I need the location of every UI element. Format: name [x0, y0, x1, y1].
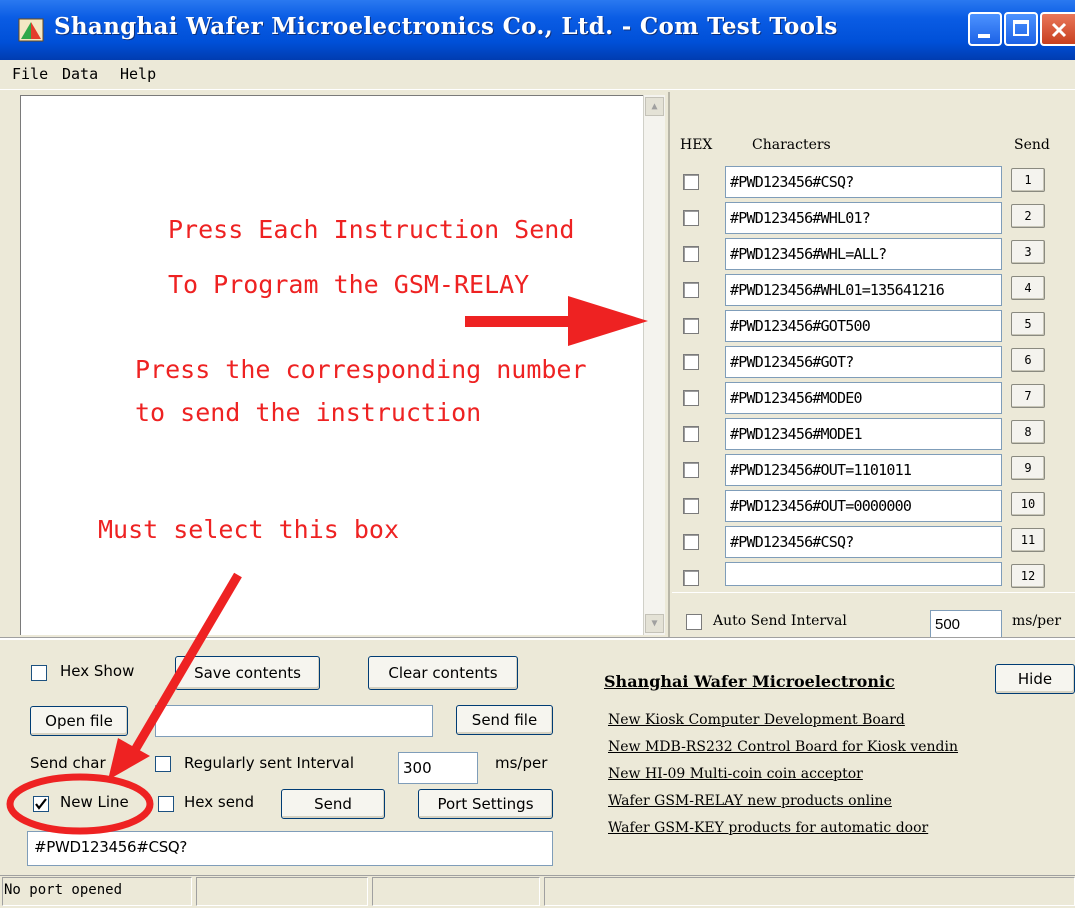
- right-arrow-icon: [465, 296, 648, 346]
- highlight-circle: [6, 773, 154, 835]
- annotation-overlay: [6, 296, 648, 835]
- down-arrow-icon: [108, 572, 242, 780]
